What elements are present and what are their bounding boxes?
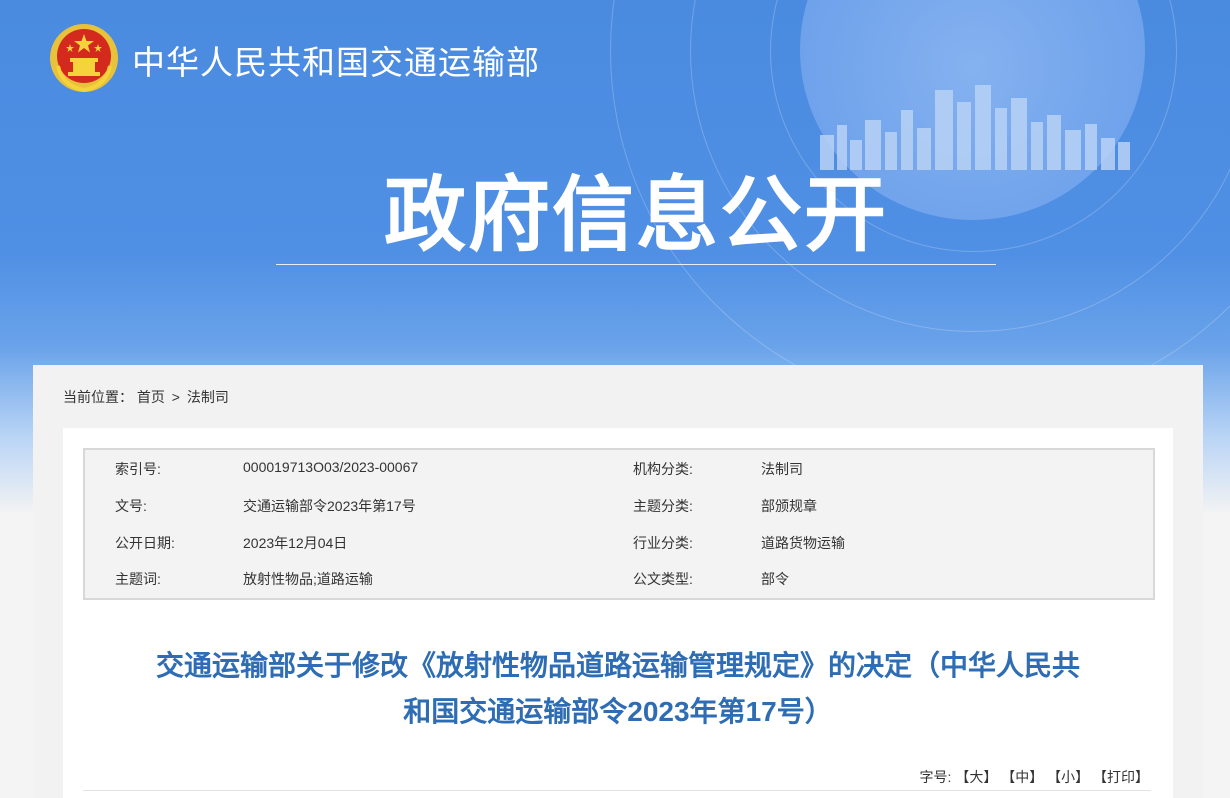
font-size-label: 字号: bbox=[919, 769, 952, 785]
metadata-label: 文号: bbox=[115, 498, 147, 514]
font-size-medium-button[interactable]: 【中】 bbox=[1001, 769, 1043, 785]
article-panel: 索引号: 000019713O03/2023-00067 机构分类: 法制司 文… bbox=[63, 428, 1173, 798]
metadata-value: 道路货物运输 bbox=[761, 535, 845, 551]
breadcrumb-department-link[interactable]: 法制司 bbox=[187, 389, 229, 405]
metadata-label: 机构分类: bbox=[633, 461, 693, 477]
breadcrumb-separator: > bbox=[171, 389, 180, 405]
metadata-label: 主题分类: bbox=[633, 498, 693, 514]
font-size-small-button[interactable]: 【小】 bbox=[1047, 769, 1089, 785]
city-skyline-icon bbox=[820, 85, 1130, 170]
content-area: 当前位置： 首页 > 法制司 索引号: 000019713O03/2023-00… bbox=[33, 365, 1203, 798]
document-metadata-table: 索引号: 000019713O03/2023-00067 机构分类: 法制司 文… bbox=[83, 448, 1155, 600]
banner-title: 政府信息公开 bbox=[383, 170, 888, 261]
metadata-row: 主题词: 放射性物品;道路运输 公文类型: 部令 bbox=[85, 569, 1153, 589]
metadata-value: 法制司 bbox=[761, 461, 803, 477]
metadata-label: 索引号: bbox=[115, 461, 161, 477]
metadata-label: 公开日期: bbox=[115, 535, 175, 551]
national-emblem-icon bbox=[50, 24, 118, 93]
banner-divider bbox=[276, 264, 996, 265]
metadata-value: 交通运输部令2023年第17号 bbox=[243, 498, 416, 514]
metadata-row: 索引号: 000019713O03/2023-00067 机构分类: 法制司 bbox=[85, 459, 1153, 479]
divider bbox=[83, 790, 1151, 791]
metadata-value: 2023年12月04日 bbox=[243, 535, 348, 551]
metadata-row: 公开日期: 2023年12月04日 行业分类: 道路货物运输 bbox=[85, 533, 1153, 553]
metadata-value: 部令 bbox=[761, 571, 789, 587]
metadata-value: 000019713O03/2023-00067 bbox=[243, 459, 419, 475]
breadcrumb-home-link[interactable]: 首页 bbox=[137, 389, 165, 405]
metadata-value: 放射性物品;道路运输 bbox=[243, 571, 373, 587]
font-size-large-button[interactable]: 【大】 bbox=[955, 769, 997, 785]
print-button[interactable]: 【打印】 bbox=[1093, 769, 1149, 785]
font-size-tools: 字号: 【大】 【中】 【小】 【打印】 bbox=[920, 767, 1149, 787]
document-title-line: 交通运输部关于修改《放射性物品道路运输管理规定》的决定（中华人民共 bbox=[155, 650, 1080, 681]
document-title-line: 和国交通运输部令2023年第17号） bbox=[403, 696, 833, 727]
metadata-label: 公文类型: bbox=[633, 571, 693, 587]
site-name[interactable]: 中华人民共和国交通运输部 bbox=[132, 36, 540, 84]
document-title: 交通运输部关于修改《放射性物品道路运输管理规定》的决定（中华人民共 和国交通运输… bbox=[83, 643, 1153, 735]
breadcrumb: 当前位置： 首页 > 法制司 bbox=[63, 387, 229, 407]
metadata-row: 文号: 交通运输部令2023年第17号 主题分类: 部颁规章 bbox=[85, 496, 1153, 516]
metadata-label: 主题词: bbox=[115, 571, 161, 587]
metadata-label: 行业分类: bbox=[633, 535, 693, 551]
breadcrumb-label: 当前位置： bbox=[63, 389, 133, 405]
metadata-value: 部颁规章 bbox=[761, 498, 817, 514]
